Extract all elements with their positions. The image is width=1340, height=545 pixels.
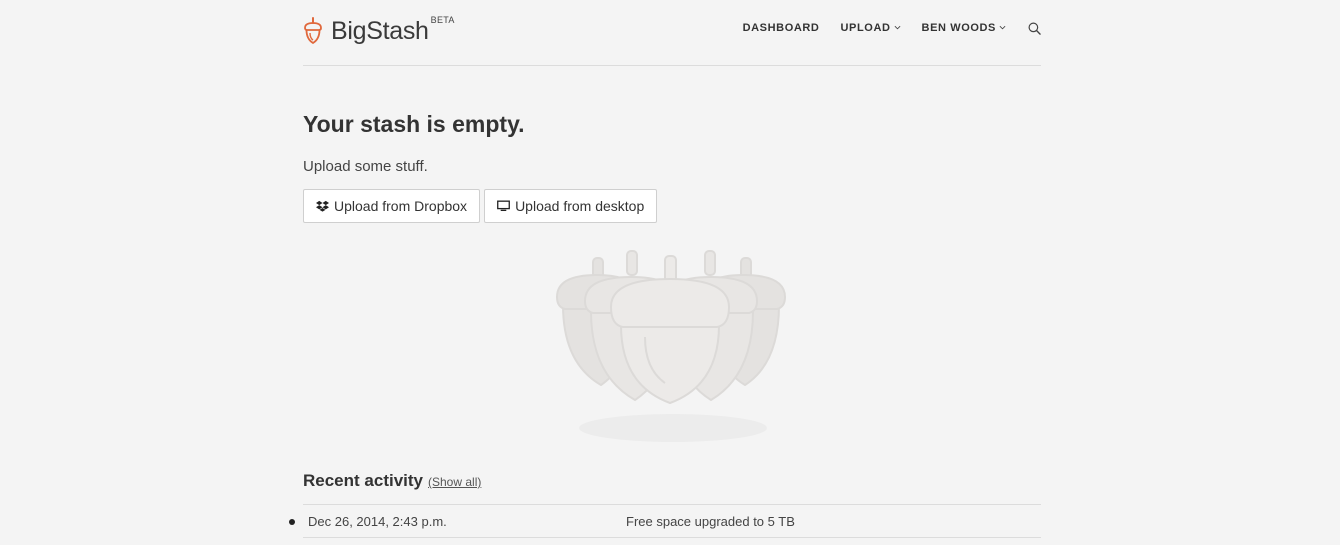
acorn-logo-icon — [304, 17, 322, 45]
bullet-icon — [289, 519, 295, 525]
logo[interactable]: BigStash BETA — [303, 15, 455, 46]
monitor-icon — [497, 200, 510, 212]
nav-dashboard-label: DASHBOARD — [742, 22, 820, 34]
upload-desktop-label: Upload from desktop — [515, 198, 645, 214]
recent-activity-title: Recent activity — [303, 471, 423, 490]
empty-stash-acorns-illustration — [555, 250, 787, 442]
main-nav: DASHBOARD UPLOAD BEN WOODS — [722, 21, 1041, 35]
page-subtitle: Upload some stuff. — [303, 158, 428, 175]
page-title: Your stash is empty. — [303, 111, 525, 137]
chevron-down-icon — [894, 25, 900, 30]
list-item: Dec 26, 2014, 2:43 p.m. Free space upgra… — [289, 505, 1041, 538]
activity-date: Dec 26, 2014, 2:43 p.m. — [308, 514, 447, 529]
upload-buttons: Upload from Dropbox Upload from desktop — [303, 189, 661, 223]
nav-user-label: BEN WOODS — [921, 22, 996, 34]
brand-name: BigStash — [331, 17, 429, 45]
page-container: BigStash BETA DASHBOARD UPLOAD BEN WOODS… — [289, 0, 1041, 545]
site-header: BigStash BETA DASHBOARD UPLOAD BEN WOODS — [303, 0, 1041, 66]
chevron-down-icon — [999, 25, 1006, 30]
nav-upload-dropdown[interactable]: UPLOAD — [840, 22, 900, 34]
upload-dropbox-label: Upload from Dropbox — [334, 198, 468, 214]
nav-upload-label: UPLOAD — [840, 22, 891, 34]
dropbox-icon — [316, 200, 329, 212]
search-icon[interactable] — [1028, 22, 1041, 35]
upload-desktop-button[interactable]: Upload from desktop — [484, 189, 658, 223]
show-all-link[interactable]: (Show all) — [428, 475, 481, 489]
upload-dropbox-button[interactable]: Upload from Dropbox — [303, 189, 481, 223]
recent-activity-list: Dec 26, 2014, 2:43 p.m. Free space upgra… — [289, 504, 1041, 538]
recent-activity-heading: Recent activity (Show all) — [303, 471, 481, 491]
nav-dashboard[interactable]: DASHBOARD — [743, 22, 820, 34]
activity-description: Free space upgraded to 5 TB — [626, 514, 795, 529]
nav-user-dropdown[interactable]: BEN WOODS — [922, 22, 1006, 34]
beta-label: BETA — [430, 15, 455, 25]
